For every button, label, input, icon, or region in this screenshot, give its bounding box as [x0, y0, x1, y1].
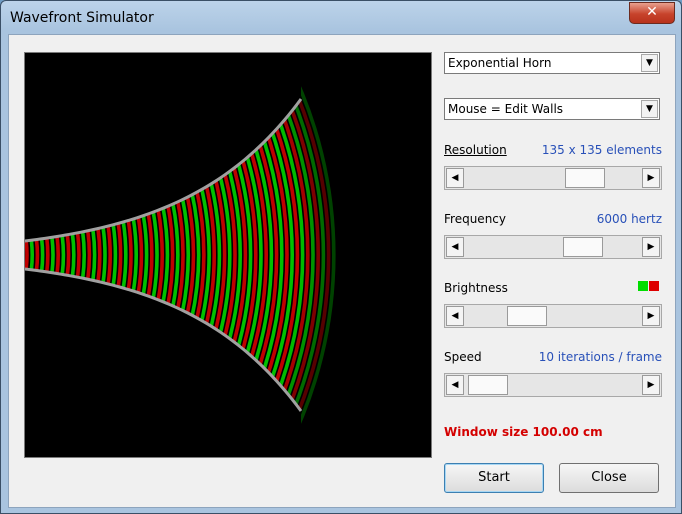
wavefront-arc [34, 239, 40, 271]
arrow-left-icon[interactable]: ◀ [446, 306, 464, 326]
wavefront-arc [146, 212, 154, 298]
wavefront-arc [85, 230, 92, 280]
start-button[interactable]: Start [444, 463, 544, 493]
frequency-slider[interactable]: ◀ ▶ [444, 235, 662, 259]
arrow-left-icon[interactable]: ◀ [446, 237, 464, 257]
wavefront-arc [25, 240, 29, 270]
wavefront-arc [55, 236, 60, 274]
wavefront-arc [116, 222, 123, 288]
wavefront-arc [126, 219, 133, 291]
close-button[interactable]: Close [559, 463, 659, 493]
chevron-down-icon[interactable]: ▼ [641, 100, 658, 118]
speed-value: 10 iterations / frame [538, 350, 662, 364]
app-window: Wavefront Simulator ✕ Exponential Horn ▼… [0, 0, 682, 514]
wavefront-arc [96, 227, 102, 283]
brightness-slider-thumb[interactable] [506, 306, 547, 326]
arrow-left-icon[interactable]: ◀ [446, 168, 464, 188]
arrow-right-icon[interactable]: ▶ [642, 237, 660, 257]
resolution-label: Resolution [444, 143, 507, 157]
wavefront-arc [65, 234, 71, 276]
speed-label: Speed [444, 350, 482, 364]
wavefront-arc [50, 236, 55, 274]
brightness-slider[interactable]: ◀ ▶ [444, 304, 662, 328]
wavefront-arc [75, 232, 81, 278]
wavefront-arc [80, 231, 86, 279]
simulation-canvas[interactable] [24, 52, 432, 458]
wavefront-arc [29, 239, 34, 271]
window-close-button[interactable]: ✕ [629, 2, 675, 24]
arrow-right-icon[interactable]: ▶ [642, 306, 660, 326]
wavefront-arc [136, 216, 144, 294]
frequency-value: 6000 hertz [596, 212, 662, 226]
mouse-mode-dropdown[interactable]: Mouse = Edit Walls ▼ [444, 98, 660, 120]
horn-shape-dropdown[interactable]: Exponential Horn ▼ [444, 52, 660, 74]
speed-slider[interactable]: ◀ ▶ [444, 373, 662, 397]
wavefront-arc [39, 238, 45, 272]
chevron-down-icon[interactable]: ▼ [641, 54, 658, 72]
resolution-slider-thumb[interactable] [564, 168, 605, 188]
wavefront-arc [121, 220, 128, 290]
wavefront-arc [151, 210, 159, 300]
frequency-slider-thumb[interactable] [563, 237, 604, 257]
frequency-label: Frequency [444, 212, 506, 226]
arrow-right-icon[interactable]: ▶ [642, 168, 660, 188]
wavefront-arc [141, 214, 149, 296]
resolution-slider[interactable]: ◀ ▶ [444, 166, 662, 190]
mouse-mode-value: Mouse = Edit Walls [448, 102, 564, 116]
horn-shape-value: Exponential Horn [448, 56, 552, 70]
resolution-value: 135 x 135 elements [541, 143, 662, 157]
dialog-client-area: Exponential Horn ▼ Mouse = Edit Walls ▼ … [8, 34, 676, 508]
brightness-label: Brightness [444, 281, 508, 295]
wavefront-arc [131, 217, 138, 293]
wavefront-arc [44, 237, 50, 273]
brightness-swatch-green [638, 281, 648, 291]
wavefront-arc [111, 223, 118, 287]
wavefront-arc [106, 225, 112, 285]
wavefront-arc [91, 229, 97, 281]
brightness-swatch-red [649, 281, 659, 291]
resolution-label-text: Resolution [444, 143, 507, 157]
wavefront-arc [101, 226, 107, 284]
speed-slider-thumb[interactable] [468, 375, 509, 395]
arrow-right-icon[interactable]: ▶ [642, 375, 660, 395]
wavefront-arc [60, 235, 66, 275]
speed-label-text: Speed [444, 350, 482, 364]
title-bar[interactable]: Wavefront Simulator ✕ [1, 1, 681, 35]
brightness-label-text: Brightness [444, 281, 508, 295]
window-title: Wavefront Simulator [10, 10, 154, 26]
frequency-label-text: Frequency [444, 212, 506, 226]
wavefront-display[interactable] [25, 53, 431, 457]
window-size-readout: Window size 100.00 cm [444, 425, 603, 439]
wavefront-arc [70, 233, 76, 277]
arrow-left-icon[interactable]: ◀ [446, 375, 464, 395]
